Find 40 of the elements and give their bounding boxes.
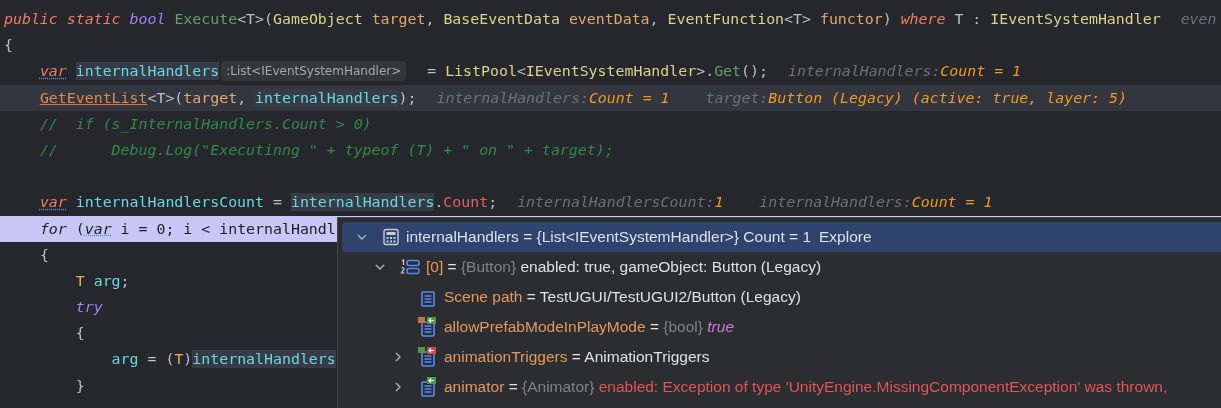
variable-row[interactable]: allowPrefabModeInPlayMode = {bool} true [342, 312, 1221, 342]
code-text: for (var i = 0; i < internalHandl [38, 218, 336, 240]
calculator-icon [382, 228, 400, 246]
code-text: { [4, 35, 13, 57]
code-text: public static bool Execute<T>(GameObject target, BaseEventData eventData, EventFunction<T> functor) where T : IEventSystemHandler [4, 9, 1161, 30]
variable-text: Scene path = TestUGUI/TestUGUI2/Button (Legacy) [444, 288, 801, 306]
variable-text: [0] = {Button} enabled: true, gameObject: Button (Legacy) [426, 258, 822, 276]
debug-value-hint: internalHandlers:Count = 1 [436, 87, 670, 109]
code-text: // if (s_InternalHandlers.Count > 0) [38, 113, 372, 135]
variable-row[interactable]: [0] = {Button} enabled: true, gameObject: Button (Legacy) [342, 252, 1221, 282]
type-hint: :List<IEventSystemHandler> [221, 61, 407, 82]
code-text: var internalHandlersCount = internalHandlers.Count; [38, 192, 498, 214]
variable-text: allowPrefabModeInPlayMode = {bool} true [444, 318, 734, 336]
code-text: try [74, 297, 103, 319]
field-icon [418, 317, 438, 337]
variable-row[interactable]: animator = {Animator} enabled: Exception of type 'UnityEngine.MissingComponentException' was thrown, [342, 372, 1221, 402]
debug-value-hint: internalHandlers:Count = 1 [759, 192, 993, 214]
code-text: { [74, 323, 85, 345]
variable-row[interactable]: internalHandlers = {List<IEventSystemHandler>} Count = 1 Explore [342, 222, 1221, 252]
code-text: // Debug.Log("Executinng " + typeof (T) + " on " + target); [38, 139, 614, 161]
code-text: } [74, 375, 85, 397]
variable-row[interactable]: Scene path = TestUGUI/TestUGUI2/Button (Legacy) [342, 282, 1221, 312]
code-text: T arg; [74, 270, 130, 292]
variable-row[interactable]: animationTriggers = AnimationTriggers [342, 342, 1221, 372]
debug-value-hint: even [1180, 9, 1217, 30]
code-text: = ListPool<IEventSystemHandler>.Get(); [426, 61, 768, 83]
debug-value-hint: internalHandlers:Count = 1 [787, 61, 1022, 83]
code-text: var internalHandlers [38, 61, 220, 83]
explore-link[interactable]: Explore [819, 228, 872, 246]
debug-value-hint: internalHandlersCount:1 [517, 192, 724, 214]
debug-value-hint: target:Button (Legacy) (active: true, layer: 5) [705, 87, 1127, 109]
code-text: arg = (T)internalHandlers [110, 349, 336, 371]
numbered-list-icon [400, 258, 420, 276]
variable-text: internalHandlers = {List<IEventSystemHandler>} Count = 1 [406, 228, 811, 246]
variable-text: animationTriggers = AnimationTriggers [444, 348, 710, 366]
code-text: GetEventList<T>(target, internalHandlers); [38, 87, 417, 109]
field-icon [418, 377, 438, 397]
code-text: { [38, 244, 49, 266]
variable-text: animator = {Animator} enabled: Exception of type 'UnityEngine.MissingComponentException' was thrown, [444, 378, 1168, 396]
field-icon [418, 347, 438, 367]
